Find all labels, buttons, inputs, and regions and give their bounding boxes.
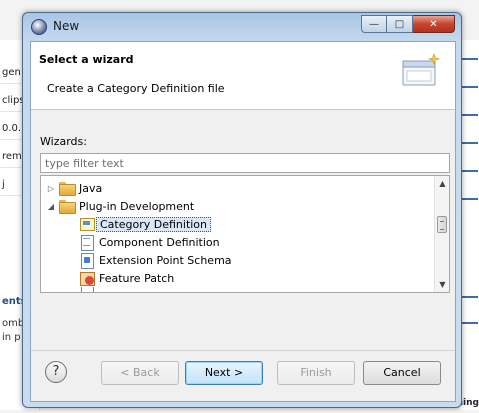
background-text: omb (2, 318, 25, 329)
finish-button[interactable]: Finish (277, 361, 355, 385)
dialog-content: Select a wizard Create a Category Defini… (30, 41, 456, 402)
next-button[interactable]: Next > (185, 361, 263, 385)
tree-item-label: Plug-in Development (79, 199, 195, 213)
tree-item-feature-patch[interactable]: Feature Patch (79, 269, 174, 287)
component-definition-icon (79, 234, 95, 251)
tree-item-java[interactable]: ▷ Java (45, 179, 102, 197)
tree-item-plug-in-development[interactable]: ◢ Plug-in Development (45, 197, 194, 215)
background-right-panel: Publishing (426, 40, 479, 410)
background-text: in p (2, 332, 21, 343)
scroll-up-icon[interactable]: ▲ (435, 176, 449, 191)
background-link (462, 86, 478, 88)
tree-item-label: Component Definition (99, 235, 220, 249)
expand-arrow-icon[interactable]: ▷ (45, 184, 57, 193)
help-button[interactable]: ? (45, 361, 67, 383)
close-button[interactable]: ✕ (413, 15, 455, 33)
folder-icon (59, 182, 76, 196)
new-wizard-banner-icon (402, 53, 440, 86)
window-title: New (53, 19, 80, 33)
background-link (462, 142, 478, 144)
background-link (462, 58, 478, 60)
wizard-header: Select a wizard Create a Category Defini… (31, 42, 455, 110)
tree-scrollbar[interactable]: ▲ ▼ (434, 176, 449, 292)
wizard-description: Create a Category Definition file (47, 82, 225, 95)
tree-item-partial[interactable] (79, 287, 99, 292)
new-wizard-dialog: New — □ ✕ Select a wizard Create a Categ… (22, 12, 462, 408)
tree-item-label: Feature Patch (99, 271, 175, 285)
title-bar[interactable]: New — □ ✕ (23, 13, 461, 41)
folder-icon (59, 200, 76, 214)
wizards-tree[interactable]: ▷ Java ◢ Plug-in Development Category De… (40, 175, 450, 293)
minimize-button[interactable]: — (361, 15, 387, 33)
window-controls: — □ ✕ (361, 15, 455, 33)
background-link (462, 170, 478, 172)
extension-point-schema-icon (79, 252, 95, 269)
tree-item-category-definition[interactable]: Category Definition (79, 215, 212, 233)
tree-item-component-definition[interactable]: Component Definition (79, 233, 220, 251)
tree-item-label: Category Definition (96, 216, 212, 232)
wizard-title: Select a wizard (39, 53, 134, 66)
maximize-button[interactable]: □ (387, 15, 413, 33)
scroll-down-icon[interactable]: ▼ (435, 277, 449, 292)
tree-item-label: Extension Point Schema (99, 253, 232, 267)
tree-item-label: Java (79, 181, 103, 195)
background-link (462, 296, 478, 298)
filter-input[interactable] (40, 153, 450, 173)
tree-item-extension-point-schema[interactable]: Extension Point Schema (79, 251, 232, 269)
document-icon (79, 287, 95, 292)
footer-separator (31, 350, 455, 351)
feature-patch-icon (79, 270, 95, 286)
collapse-arrow-icon[interactable]: ◢ (45, 202, 57, 211)
scrollbar-thumb[interactable] (437, 216, 447, 233)
eclipse-icon (31, 19, 47, 35)
back-button[interactable]: < Back (101, 361, 179, 385)
background-link (462, 114, 478, 116)
background-link (462, 198, 478, 200)
cancel-button[interactable]: Cancel (363, 361, 441, 385)
category-definition-icon (79, 216, 95, 232)
wizards-label: Wizards: (40, 135, 87, 148)
background-link (462, 322, 478, 324)
